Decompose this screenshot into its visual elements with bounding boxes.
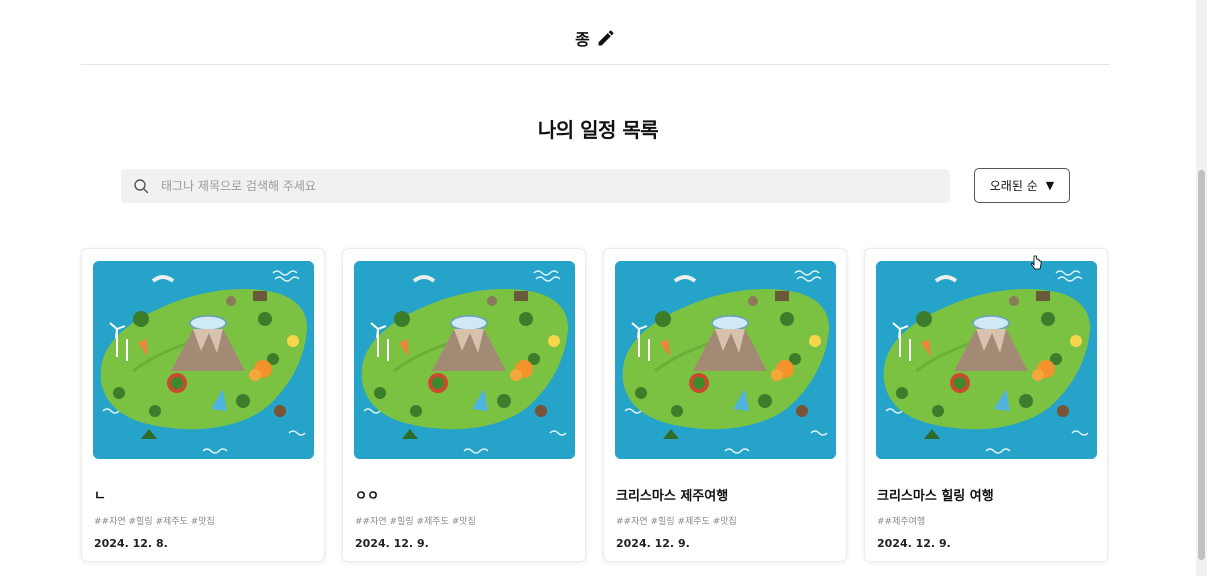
card-date: 2024. 12. 8. bbox=[94, 537, 168, 550]
island-map-illustration bbox=[876, 261, 1097, 459]
username: 종 bbox=[575, 30, 590, 49]
schedule-list-page: 종 나의 일정 목록 오래된 순 ▼ bbox=[0, 0, 1196, 576]
page-scrollbar[interactable] bbox=[1196, 0, 1207, 576]
card-tags: ##제주여행 bbox=[877, 517, 926, 527]
card-thumbnail bbox=[354, 261, 575, 459]
card-title: 크리스마스 힐링 여행 bbox=[877, 489, 994, 504]
sort-dropdown[interactable]: 오래된 순 ▼ bbox=[974, 168, 1070, 203]
mouse-cursor-icon bbox=[1031, 255, 1042, 270]
island-map-illustration bbox=[615, 261, 836, 459]
search-bar[interactable] bbox=[121, 169, 950, 203]
profile-header: 종 bbox=[81, 20, 1110, 65]
card-thumbnail bbox=[615, 261, 836, 459]
card-date: 2024. 12. 9. bbox=[355, 537, 429, 550]
search-icon bbox=[134, 179, 149, 194]
schedule-card[interactable]: ㄴ ##자연 #힐링 #제주도 #맛집 2024. 12. 8. bbox=[81, 248, 325, 562]
schedule-card[interactable]: 크리스마스 힐링 여행 ##제주여행 2024. 12. 9. bbox=[864, 248, 1108, 562]
island-map-illustration bbox=[354, 261, 575, 459]
island-map-illustration bbox=[93, 261, 314, 459]
caret-down-icon: ▼ bbox=[1045, 179, 1055, 192]
card-title: 크리스마스 제주여행 bbox=[616, 489, 729, 504]
user-info: 종 bbox=[575, 26, 616, 50]
card-tags: ##자연 #힐링 #제주도 #맛집 bbox=[355, 517, 476, 527]
card-thumbnail bbox=[93, 261, 314, 459]
card-date: 2024. 12. 9. bbox=[616, 537, 690, 550]
card-date: 2024. 12. 9. bbox=[877, 537, 951, 550]
schedule-card[interactable]: ㅇㅇ ##자연 #힐링 #제주도 #맛집 2024. 12. 9. bbox=[342, 248, 586, 562]
card-title: ㄴ bbox=[94, 489, 106, 504]
card-tags: ##자연 #힐링 #제주도 #맛집 bbox=[94, 517, 215, 527]
scrollbar-thumb[interactable] bbox=[1198, 170, 1205, 560]
card-thumbnail bbox=[876, 261, 1097, 459]
pencil-icon[interactable] bbox=[596, 28, 616, 48]
card-title: ㅇㅇ bbox=[355, 489, 379, 504]
search-input[interactable] bbox=[159, 178, 923, 194]
page-title: 나의 일정 목록 bbox=[537, 118, 659, 142]
schedule-card[interactable]: 크리스마스 제주여행 ##자연 #힐링 #제주도 #맛집 2024. 12. 9… bbox=[603, 248, 847, 562]
sort-label: 오래된 순 bbox=[989, 179, 1038, 193]
card-tags: ##자연 #힐링 #제주도 #맛집 bbox=[616, 517, 737, 527]
